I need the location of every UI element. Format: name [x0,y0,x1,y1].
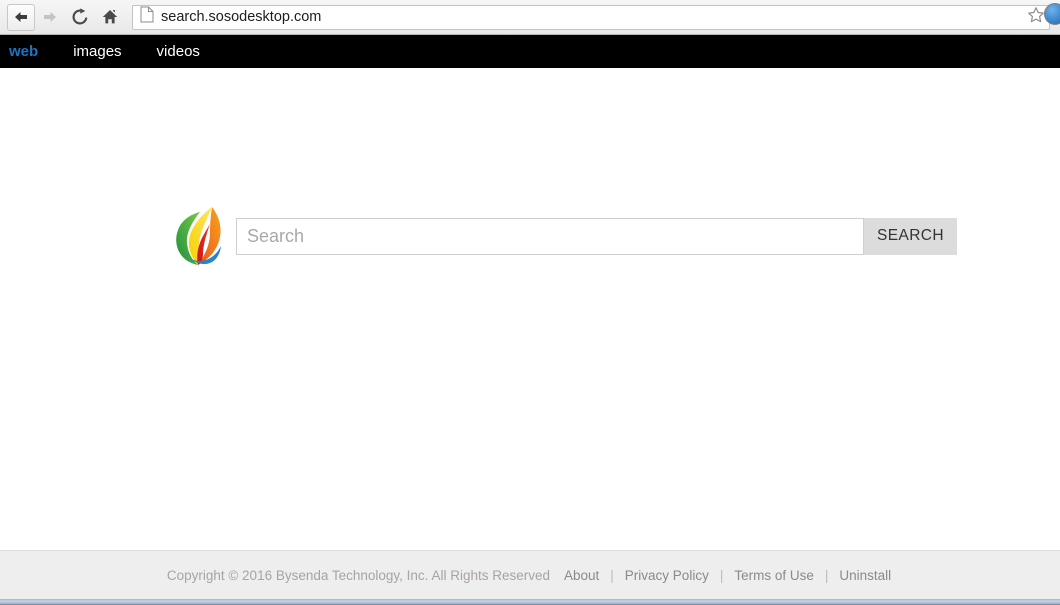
site-nav: web images videos [0,35,1060,68]
footer-link-terms-of-use[interactable]: Terms of Use [734,568,814,583]
footer: Copyright © 2016 Bysenda Technology, Inc… [0,550,1060,599]
back-button[interactable] [7,3,35,31]
star-icon[interactable] [1027,6,1045,29]
arrow-right-icon [41,9,59,25]
browser-toolbar: search.sosodesktop.com [0,0,1060,35]
footer-separator: | [719,567,724,583]
search-button[interactable]: SEARCH [864,217,957,255]
home-button[interactable] [95,4,125,31]
arrow-left-icon [12,9,30,25]
page-document-icon [140,6,154,28]
copyright-text: Copyright © 2016 Bysenda Technology, Inc… [166,567,550,583]
nav-item-images[interactable]: images [73,44,121,59]
reload-icon [71,8,89,26]
window-bottom-edge [0,599,1060,605]
footer-link-uninstall[interactable]: Uninstall [839,568,891,583]
sosodesktop-leaf-logo [172,205,224,267]
footer-link-about[interactable]: About [564,568,599,583]
footer-link-privacy-policy[interactable]: Privacy Policy [625,568,709,583]
footer-separator: | [824,567,829,583]
url-text: search.sosodesktop.com [161,9,322,25]
search-input[interactable] [236,217,864,255]
home-icon [101,8,119,26]
nav-item-web[interactable]: web [9,44,38,59]
profile-avatar-icon[interactable] [1044,3,1060,25]
footer-separator: | [610,567,614,583]
address-bar[interactable]: search.sosodesktop.com [132,4,1050,30]
nav-item-videos[interactable]: videos [157,44,200,59]
forward-button[interactable] [35,4,65,31]
page-body: SEARCH [0,68,1060,550]
reload-button[interactable] [65,4,95,31]
search-area: SEARCH [172,205,957,267]
